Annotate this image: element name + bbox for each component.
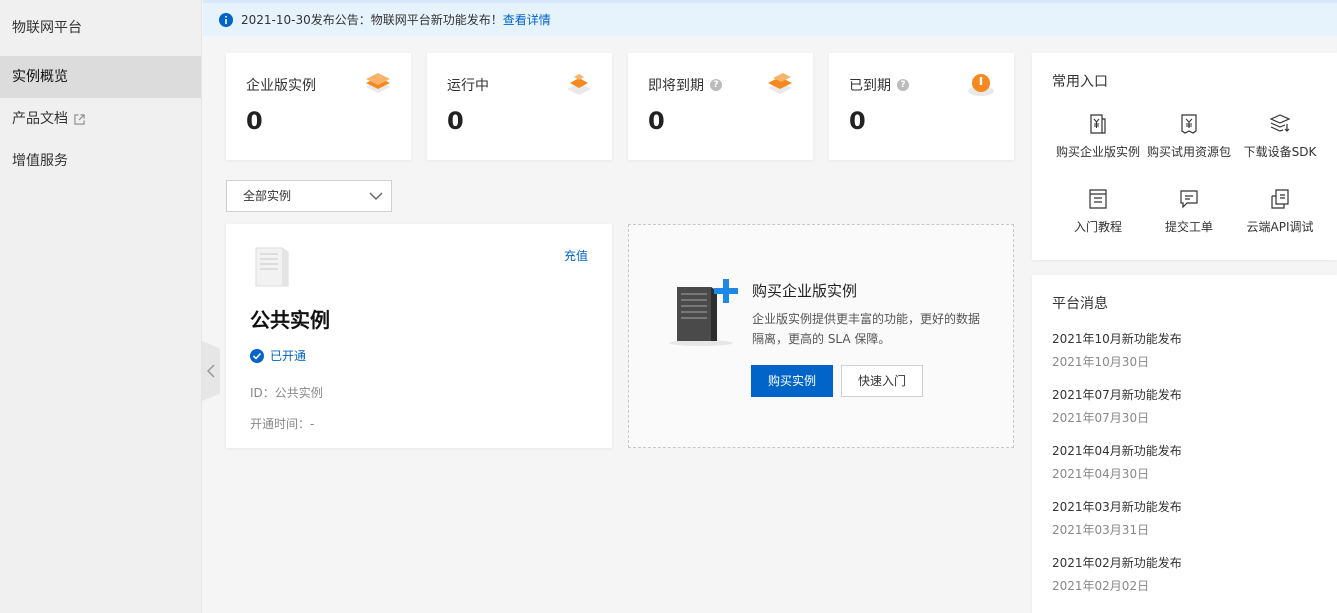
message-item[interactable]: 2021年03月新功能发布 2021年03月31日 [1052, 498, 1182, 538]
buy-enterprise-card: 购买企业版实例 企业版实例提供更丰富的功能，更好的数据隔离，更高的 SLA 保障… [628, 224, 1014, 448]
sidebar-item-value-added[interactable]: 增值服务 [0, 140, 201, 182]
api-debug-icon [1271, 189, 1289, 209]
message-item[interactable]: 2021年04月新功能发布 2021年04月30日 [1052, 442, 1182, 482]
message-item[interactable]: 2021年02月新功能发布 2021年02月02日 [1052, 554, 1182, 594]
stacked-layers-icon [366, 73, 390, 93]
stat-value: 0 [447, 107, 464, 135]
chat-icon [1180, 190, 1198, 209]
quick-entry-download-sdk[interactable]: 下载设备SDK [1232, 113, 1328, 160]
message-item[interactable]: 2021年10月新功能发布 2021年10月30日 [1052, 330, 1182, 370]
message-item[interactable]: 2021年07月新功能发布 2021年07月30日 [1052, 386, 1182, 426]
external-link-icon [74, 113, 85, 125]
buy-card-description: 企业版实例提供更丰富的功能，更好的数据隔离，更高的 SLA 保障。 [752, 312, 981, 346]
sidebar-item-label: 实例概览 [12, 69, 68, 85]
yuan-voucher-icon [1181, 114, 1197, 134]
stat-value: 0 [648, 107, 665, 135]
platform-messages-title: 平台消息 [1052, 296, 1108, 312]
select-value: 全部实例 [243, 189, 292, 203]
info-icon [219, 12, 233, 27]
sidebar-item-label: 增值服务 [12, 153, 68, 169]
quick-entry-buy-enterprise[interactable]: 购买企业版实例 [1050, 113, 1146, 160]
quick-entries-title: 常用入口 [1052, 74, 1108, 90]
server-icon [255, 247, 289, 287]
expired-warning-icon [968, 74, 994, 96]
yuan-doc-icon [1090, 114, 1106, 134]
layers-download-icon [1270, 114, 1290, 132]
announcement-details-link[interactable]: 查看详情 [503, 11, 551, 28]
sidebar-collapse-handle[interactable] [202, 341, 220, 401]
stat-card-enterprise: 企业版实例 0 [226, 53, 411, 160]
quick-entry-submit-ticket[interactable]: 提交工单 [1141, 188, 1237, 235]
platform-messages-card: 平台消息 2021年10月新功能发布 2021年10月30日 2021年07月新… [1032, 275, 1337, 613]
book-icon [1089, 189, 1107, 209]
stat-card-expired: 已到期 ? 0 [829, 53, 1014, 160]
expiring-layers-icon [768, 73, 792, 94]
chevron-down-icon [369, 192, 383, 201]
buy-card-title: 购买企业版实例 [752, 282, 858, 300]
public-instance-title: 公共实例 [250, 308, 330, 332]
check-circle-icon [250, 348, 264, 363]
recharge-link[interactable]: 充值 [564, 247, 588, 264]
instance-id: ID：公共实例 [250, 386, 323, 400]
sidebar-item-instance-overview[interactable]: 实例概览 [0, 56, 201, 98]
quick-start-button[interactable]: 快速入门 [841, 365, 923, 397]
brand-title: 物联网平台 [12, 20, 82, 36]
quick-entry-buy-trial[interactable]: 购买试用资源包 [1141, 113, 1237, 160]
announcement-text: 2021-10-30发布公告：物联网平台新功能发布！ [241, 13, 503, 27]
sidebar-item-product-docs[interactable]: 产品文档 [0, 98, 201, 140]
sidebar: 物联网平台 实例概览 产品文档 增值服务 [0, 0, 202, 613]
stat-value: 0 [246, 107, 263, 135]
stat-value: 0 [849, 107, 866, 135]
quick-entries-card: 常用入口 购买企业版实例 购买试用资源包 下载设备SDK 入门教程 提交工单 云… [1032, 53, 1337, 260]
sidebar-item-label: 产品文档 [12, 111, 68, 127]
status-badge: 已开通 [250, 347, 588, 364]
server-add-icon [669, 279, 738, 346]
help-icon[interactable]: ? [897, 79, 909, 91]
quick-entry-tutorial[interactable]: 入门教程 [1050, 188, 1146, 235]
buy-instance-button[interactable]: 购买实例 [751, 365, 833, 397]
running-layers-icon [567, 74, 591, 95]
public-instance-card: 充值 公共实例 已开通 ID：公共实例 开通时间：- [226, 224, 612, 448]
stat-card-expiring: 即将到期 ? 0 [628, 53, 813, 160]
stat-card-running: 运行中 0 [427, 53, 612, 160]
instance-filter-select[interactable]: 全部实例 [226, 180, 392, 212]
quick-entry-api-debug[interactable]: 云端API调试 [1232, 188, 1328, 235]
help-icon[interactable]: ? [710, 79, 722, 91]
chevron-left-icon [207, 364, 215, 378]
announcement-bar: 2021-10-30发布公告：物联网平台新功能发布！ 查看详情 [203, 0, 1337, 36]
instance-open-time: 开通时间：- [250, 417, 315, 431]
